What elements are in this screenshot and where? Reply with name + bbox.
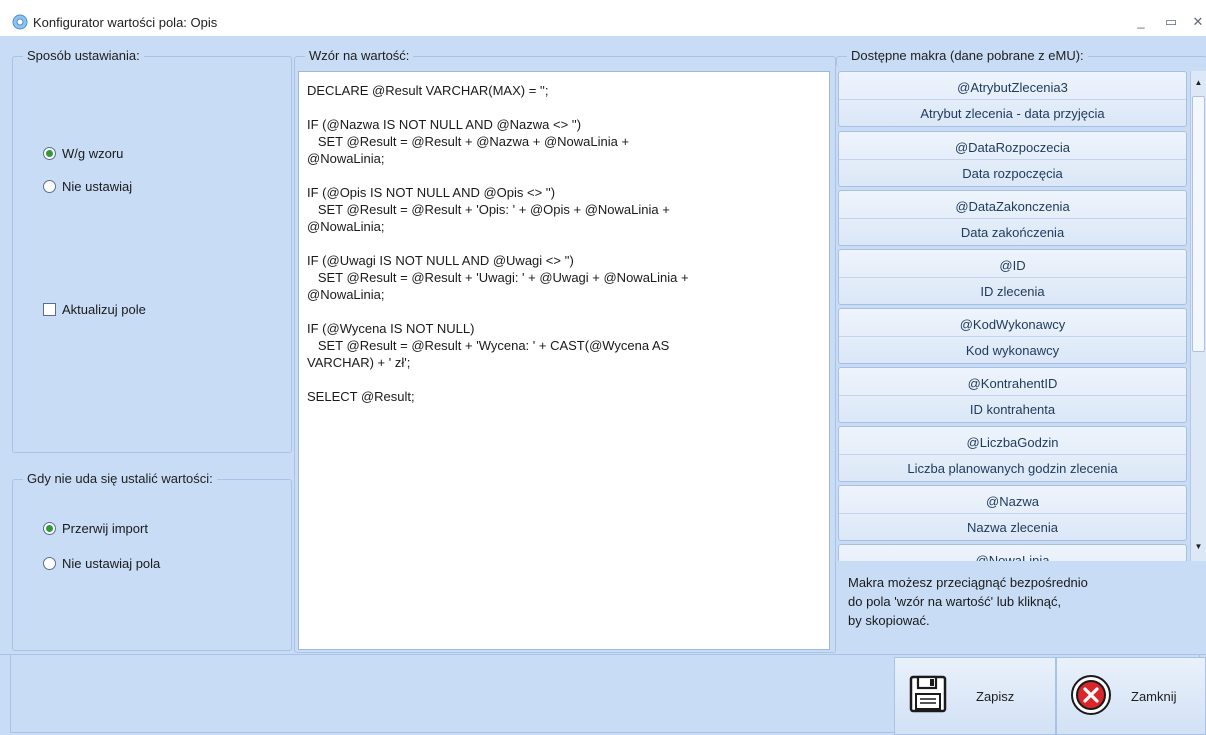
macro-divider xyxy=(839,336,1186,337)
macro-name: @Nazwa xyxy=(986,494,1039,509)
close-window-button[interactable]: ✕ xyxy=(1190,12,1206,32)
macro-list: @AtrybutZlecenia3 Atrybut zlecenia - dat… xyxy=(838,71,1188,561)
scroll-thumb[interactable] xyxy=(1192,96,1205,352)
macros-group: Dostępne makra (dane pobrane z eMU): xyxy=(836,48,1206,67)
method-group-legend: Sposób ustawiania: xyxy=(23,48,144,63)
macro-hint: Makra możesz przeciągnąć bezpośrednio do… xyxy=(838,564,1206,652)
radio-by-pattern[interactable]: W/g wzoru xyxy=(43,146,123,161)
macro-item[interactable]: @NowaLinia xyxy=(838,544,1187,561)
macros-group-legend: Dostępne makra (dane pobrane z eMU): xyxy=(847,48,1088,63)
macro-desc: Data zakończenia xyxy=(960,225,1065,240)
update-field-checkbox[interactable]: Aktualizuj pole xyxy=(43,302,146,317)
macro-divider xyxy=(839,218,1186,219)
radio-label: Przerwij import xyxy=(62,521,148,536)
macro-name: @LiczbaGodzin xyxy=(966,435,1059,450)
macro-item[interactable]: @Nazwa Nazwa zlecenia xyxy=(838,485,1187,541)
maximize-button[interactable]: ▭ xyxy=(1160,12,1182,32)
checkbox-icon[interactable] xyxy=(43,303,56,316)
title-bar: Konfigurator wartości pola: Opis _ ▭ ✕ xyxy=(0,8,1206,36)
save-button[interactable]: Zapisz xyxy=(894,657,1056,735)
radio-button-icon[interactable] xyxy=(43,180,56,193)
radio-label: Nie ustawiaj pola xyxy=(62,556,161,571)
macro-desc: ID zlecenia xyxy=(980,284,1045,299)
macro-hint-text: Makra możesz przeciągnąć bezpośrednio do… xyxy=(848,575,1088,628)
macro-item[interactable]: @ID ID zlecenia xyxy=(838,249,1187,305)
scroll-down-arrow-icon[interactable]: ▼ xyxy=(1191,539,1206,555)
floppy-disk-icon xyxy=(909,675,947,713)
app-gear-icon xyxy=(12,14,28,30)
radio-button-icon[interactable] xyxy=(43,147,56,160)
macro-name: @KodWykonawcy xyxy=(959,317,1066,332)
pattern-editor[interactable]: DECLARE @Result VARCHAR(MAX) = ''; IF (@… xyxy=(298,71,830,650)
macro-desc: Atrybut zlecenia - data przyjęcia xyxy=(920,106,1105,121)
radio-label: W/g wzoru xyxy=(62,146,124,161)
radio-do-not-set[interactable]: Nie ustawiaj xyxy=(43,179,132,194)
macro-divider xyxy=(839,454,1186,455)
macro-divider xyxy=(839,513,1186,514)
macro-divider xyxy=(839,395,1186,396)
minimize-button[interactable]: _ xyxy=(1130,12,1152,32)
macro-item[interactable]: @AtrybutZlecenia3 Atrybut zlecenia - dat… xyxy=(838,71,1187,127)
macro-desc: Kod wykonawcy xyxy=(965,343,1060,358)
scroll-up-arrow-icon[interactable]: ▲ xyxy=(1191,75,1206,91)
macro-item[interactable]: @KontrahentID ID kontrahenta xyxy=(838,367,1187,423)
macro-desc: ID kontrahenta xyxy=(969,402,1056,417)
macro-name: @DataZakonczenia xyxy=(955,199,1070,214)
macro-desc: Liczba planowanych godzin zlecenia xyxy=(907,461,1118,476)
radio-label: Nie ustawiaj xyxy=(62,179,133,194)
macro-divider xyxy=(839,99,1186,100)
macro-name: @DataRozpoczecia xyxy=(954,140,1071,155)
window-title: Konfigurator wartości pola: Opis xyxy=(33,15,218,30)
radio-button-icon[interactable] xyxy=(43,557,56,570)
close-button-label: Zamknij xyxy=(1131,689,1177,704)
checkbox-label: Aktualizuj pole xyxy=(62,302,146,317)
macro-desc: Data rozpoczęcia xyxy=(962,166,1063,181)
save-button-label: Zapisz xyxy=(976,689,1015,704)
radio-abort-import[interactable]: Przerwij import xyxy=(43,521,148,536)
macro-divider xyxy=(839,277,1186,278)
radio-skip-field[interactable]: Nie ustawiaj pola xyxy=(43,556,160,571)
macro-item[interactable]: @DataZakonczenia Data zakończenia xyxy=(838,190,1187,246)
macro-scrollbar[interactable]: ▲ ▼ xyxy=(1190,71,1206,561)
close-button[interactable]: Zamknij xyxy=(1056,657,1206,735)
macro-divider xyxy=(839,159,1186,160)
macro-name: @KontrahentID xyxy=(967,376,1058,391)
close-circle-icon xyxy=(1071,675,1111,715)
macro-desc: Nazwa zlecenia xyxy=(966,520,1059,535)
macro-item[interactable]: @LiczbaGodzin Liczba planowanych godzin … xyxy=(838,426,1187,482)
macro-name: @AtrybutZlecenia3 xyxy=(957,80,1068,95)
macro-name: @NowaLinia xyxy=(975,553,1050,561)
pattern-group-legend: Wzór na wartość: xyxy=(305,48,414,63)
macro-item[interactable]: @DataRozpoczecia Data rozpoczęcia xyxy=(838,131,1187,187)
macro-item[interactable]: @KodWykonawcy Kod wykonawcy xyxy=(838,308,1187,364)
radio-button-icon[interactable] xyxy=(43,522,56,535)
fallback-group-legend: Gdy nie uda się ustalić wartości: xyxy=(23,471,217,486)
macro-name: @ID xyxy=(999,258,1026,273)
method-group: Sposób ustawiania: xyxy=(12,48,292,453)
